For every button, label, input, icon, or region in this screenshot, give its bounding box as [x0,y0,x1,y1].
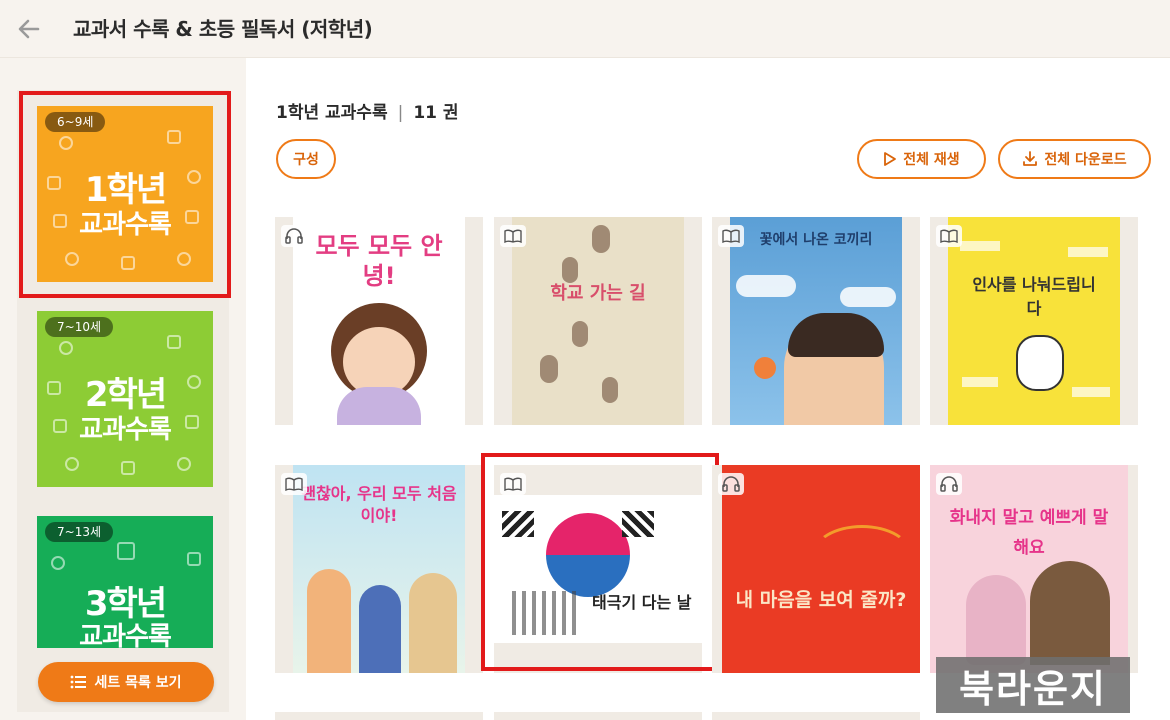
book-icon [504,229,522,243]
book-icon [940,229,958,243]
section-title: 1학년 교과수록 [276,103,388,123]
badge [718,225,744,247]
page-title: 교과서 수록 & 초등 필독서 (저학년) [73,17,373,41]
set-card-grade-2[interactable]: 7~10세 2학년 교과수록 [37,311,213,487]
set-subtitle-label: 교과수록 [79,622,172,648]
set-card-grade-3[interactable]: 7~13세 3학년 교과수록 [37,516,213,648]
section-header: 1학년 교과수록 | 11 권 [276,98,459,123]
age-badge: 7~13세 [45,522,113,542]
book-item-partial[interactable] [494,712,702,720]
top-bar: 교과서 수록 & 초등 필독서 (저학년) [0,0,1170,58]
badge [281,473,307,495]
book-title: 꽃에서 나온 코끼리 [759,232,873,248]
book-item[interactable]: 모두 모두 안녕! [275,217,483,425]
back-button[interactable] [10,10,48,48]
book-item[interactable]: 학교 가는 길 [494,217,702,425]
book-title: 괜찮아, 우리 모두 처음이야! [301,484,457,525]
selected-book-highlight [481,453,719,671]
arrow-left-icon [18,19,40,39]
age-badge: 7~10세 [45,317,113,337]
play-all-label: 전체 재생 [903,152,960,168]
book-item[interactable]: 인사를 나눠드립니다 [930,217,1138,425]
badge [281,225,307,247]
badge [718,473,744,495]
book-icon [722,229,740,243]
separator: | [397,103,404,123]
book-title: 모두 모두 안녕! [315,232,443,290]
download-all-label: 전체 다운로드 [1044,152,1127,168]
list-icon [71,675,87,689]
download-all-button[interactable]: 전체 다운로드 [998,139,1151,179]
set-list-label: 세트 목록 보기 [94,675,182,691]
book-item-partial[interactable] [712,712,920,720]
download-icon [1023,151,1038,166]
set-list-button[interactable]: 세트 목록 보기 [38,662,214,702]
watermark: 북라운지 [936,657,1130,713]
book-item[interactable]: 괜찮아, 우리 모두 처음이야! [275,465,483,673]
book-title: 인사를 나눠드립니다 [972,275,1096,318]
book-item[interactable]: 화내지 말고 예쁘게 말해요 [930,465,1138,673]
book-item[interactable]: 꽃에서 나온 코끼리 [712,217,920,425]
headphones-icon [285,228,303,244]
badge [500,225,526,247]
book-item-partial[interactable] [275,712,483,720]
selected-set-highlight [19,91,231,298]
set-subtitle-label: 교과수록 [79,415,172,445]
play-all-button[interactable]: 전체 재생 [857,139,986,179]
badge [936,225,962,247]
compose-button[interactable]: 구성 [276,139,336,179]
book-title: 화내지 말고 예쁘게 말해요 [949,508,1109,558]
book-icon [285,477,303,491]
book-title: 학교 가는 길 [550,283,646,304]
book-title: 내 마음을 보여 줄까? [735,589,907,611]
headphones-icon [940,476,958,492]
book-count: 11 권 [413,103,459,123]
compose-label: 구성 [293,152,319,168]
book-item[interactable]: 내 마음을 보여 줄까? [712,465,920,673]
play-icon [884,152,897,166]
badge [936,473,962,495]
headphones-icon [722,476,740,492]
